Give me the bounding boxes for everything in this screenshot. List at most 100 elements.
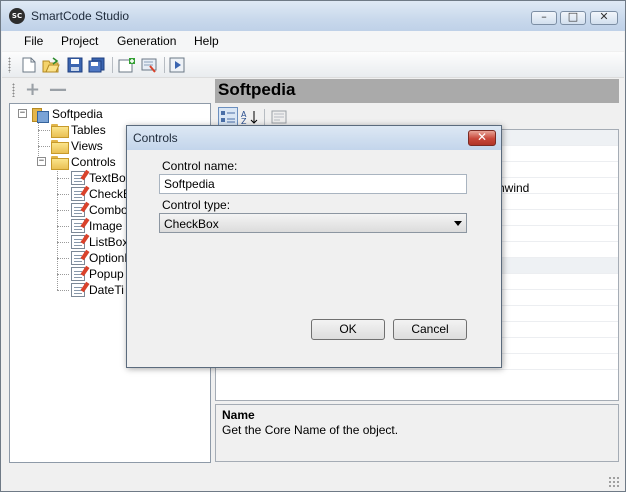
close-button[interactable]: ✕	[590, 10, 618, 25]
close-icon: ✕	[476, 130, 488, 144]
project-icon	[32, 106, 49, 123]
tree-node-label: DateTi	[89, 283, 124, 297]
control-type-label: Control type:	[162, 198, 231, 212]
save-all-icon[interactable]	[88, 56, 106, 74]
tree-node-label: ListBox	[89, 235, 129, 249]
tree-line	[57, 274, 69, 275]
control-icon	[71, 171, 85, 185]
save-icon[interactable]	[66, 56, 84, 74]
menu-help[interactable]: Help	[194, 34, 219, 48]
tree-line	[57, 210, 69, 211]
tree-node-control[interactable]: DateTi	[71, 282, 124, 298]
window-title: SmartCode Studio	[31, 9, 130, 23]
control-icon	[71, 251, 85, 265]
folder-icon	[51, 156, 69, 170]
tree-line	[57, 178, 69, 179]
controls-expander[interactable]: −	[37, 157, 46, 166]
new-icon[interactable]	[20, 56, 38, 74]
tree-node-views[interactable]: Views	[51, 138, 103, 154]
status-bar	[2, 467, 624, 491]
maximize-icon: □	[567, 10, 579, 23]
menu-file[interactable]: File	[24, 34, 43, 48]
description-title: Name	[222, 408, 255, 422]
alphabetical-icon[interactable]: AZ	[240, 107, 260, 127]
description-text: Get the Core Name of the object.	[222, 423, 399, 437]
control-type-value: CheckBox	[164, 217, 219, 231]
folder-icon	[51, 140, 69, 154]
toolbar-grip[interactable]	[8, 57, 11, 73]
tree-line	[38, 130, 50, 131]
menu-project[interactable]: Project	[61, 34, 98, 48]
minimize-icon: –	[541, 10, 547, 23]
control-icon	[71, 203, 85, 217]
tree-node-control[interactable]: OptionB	[71, 250, 132, 266]
folder-icon	[51, 124, 69, 138]
title-bar: SC SmartCode Studio – □ ✕	[1, 1, 625, 31]
main-window: SC SmartCode Studio – □ ✕ File Project G…	[0, 0, 626, 492]
toolbar-separator	[112, 57, 113, 73]
tree-node-label: Combo	[89, 203, 128, 217]
control-type-select[interactable]: CheckBox	[159, 213, 467, 233]
remove-node-icon[interactable]: —	[49, 79, 67, 100]
toolbar-separator	[164, 57, 165, 73]
object-header-title: Softpedia	[218, 80, 296, 99]
tree-node-label: Popup	[89, 267, 124, 281]
control-icon	[71, 219, 85, 233]
resize-grip-icon[interactable]	[608, 476, 620, 488]
root-expander[interactable]: −	[18, 109, 27, 118]
tree-line	[57, 258, 69, 259]
open-icon[interactable]	[42, 56, 60, 74]
tree-toolbar: + —	[9, 79, 211, 101]
control-icon	[71, 235, 85, 249]
menu-bar: File Project Generation Help	[2, 31, 624, 51]
main-toolbar	[2, 52, 624, 78]
tree-node-control[interactable]: Popup	[71, 266, 124, 282]
svg-text:Z: Z	[241, 117, 247, 125]
tree-node-root[interactable]: Softpedia	[32, 106, 103, 123]
tree-node-control[interactable]: Image	[71, 218, 122, 234]
chevron-down-icon	[454, 221, 462, 226]
tree-node-control[interactable]: CheckB	[71, 186, 131, 202]
dialog-title: Controls	[133, 131, 178, 145]
controls-dialog: Controls ✕ Control name: Control type: C…	[126, 125, 502, 368]
tree-line	[57, 194, 69, 195]
add-node-icon[interactable]: +	[25, 79, 40, 100]
minimize-button[interactable]: –	[531, 10, 557, 25]
run-icon[interactable]	[169, 56, 187, 74]
object-header: Softpedia	[215, 79, 619, 103]
categorized-icon[interactable]	[218, 107, 238, 127]
tree-line	[57, 166, 58, 290]
control-name-label: Control name:	[162, 159, 238, 173]
tree-node-label: Controls	[71, 155, 116, 169]
tree-node-label: Image	[89, 219, 123, 233]
tree-line	[38, 146, 50, 147]
tree-node-control[interactable]: Combo	[71, 202, 128, 218]
properties-icon[interactable]	[141, 56, 159, 74]
control-name-input[interactable]	[159, 174, 467, 194]
property-pages-icon[interactable]	[269, 107, 289, 127]
property-toolbar-separator	[264, 109, 265, 125]
tree-line	[57, 226, 69, 227]
tree-node-label: Softpedia	[52, 107, 103, 121]
description-pane: Name Get the Core Name of the object.	[215, 404, 619, 462]
tree-toolbar-grip[interactable]	[12, 83, 15, 97]
tree-node-controls[interactable]: Controls	[51, 154, 116, 170]
tree-line	[57, 290, 69, 291]
tree-node-control[interactable]: TextBox	[71, 170, 132, 186]
control-icon	[71, 267, 85, 281]
dialog-title-bar[interactable]: Controls ✕	[127, 126, 501, 150]
tree-node-control[interactable]: ListBox	[71, 234, 128, 250]
control-icon	[71, 187, 85, 201]
dialog-close-button[interactable]: ✕	[468, 130, 496, 146]
tree-node-tables[interactable]: Tables	[51, 122, 106, 138]
add-icon[interactable]	[118, 56, 136, 74]
close-icon: ✕	[599, 10, 609, 23]
menu-generation[interactable]: Generation	[117, 34, 176, 48]
maximize-button[interactable]: □	[560, 10, 586, 25]
tree-line	[57, 242, 69, 243]
tree-node-label: Views	[71, 139, 103, 153]
ok-button[interactable]: OK	[311, 319, 385, 340]
cancel-button[interactable]: Cancel	[393, 319, 467, 340]
tree-node-label: CheckB	[89, 187, 132, 201]
control-icon	[71, 283, 85, 297]
